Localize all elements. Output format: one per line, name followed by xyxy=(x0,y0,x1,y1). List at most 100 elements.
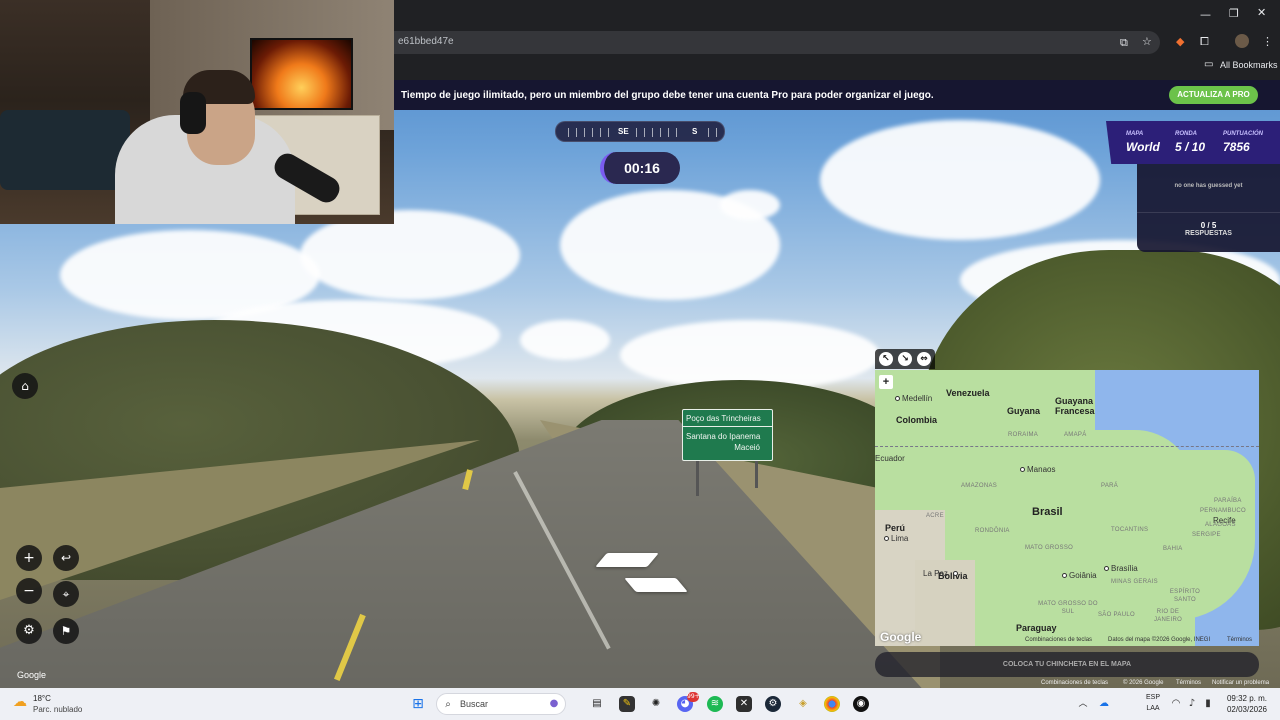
map-region: RIO DE JANEIRO xyxy=(1153,609,1183,623)
move-back-arrow[interactable] xyxy=(624,578,688,592)
spotify-icon[interactable]: ≋ xyxy=(707,696,723,712)
sv-keyboard-shortcuts-link[interactable]: Combinaciones de teclas xyxy=(1041,680,1108,686)
undo-move-icon[interactable]: ↩ xyxy=(53,545,79,571)
google-watermark: Google xyxy=(17,670,47,680)
compass-tick xyxy=(644,128,645,137)
map-label: MAPA xyxy=(1126,131,1144,137)
clock-date[interactable]: 02/03/2026 xyxy=(1222,705,1272,714)
obs-icon[interactable]: ◉ xyxy=(853,696,869,712)
map-region: ESPÍRITO SANTO xyxy=(1169,589,1201,603)
map-keyboard-shortcuts-link[interactable]: Combinaciones de teclas xyxy=(1025,637,1092,643)
profile-avatar[interactable] xyxy=(1235,34,1249,48)
map-label-venezuela: Venezuela xyxy=(946,388,990,398)
show-hidden-icons[interactable]: ︿ xyxy=(1075,696,1091,712)
webcam-overlay xyxy=(0,0,394,224)
search-highlight-icon[interactable]: ● xyxy=(546,696,562,712)
map-terms-link[interactable]: Términos xyxy=(1227,637,1252,643)
promo-banner-text: Tiempo de juego ilimitado, pero un miemb… xyxy=(401,90,934,101)
settings-gear-icon[interactable]: ⚙ xyxy=(16,618,42,644)
steam-icon[interactable]: ⚙ xyxy=(765,696,781,712)
round-value: 5 / 10 xyxy=(1175,140,1206,154)
terminal-icon[interactable]: ✕ xyxy=(736,696,752,712)
map-city-lima: Lima xyxy=(891,534,909,543)
webcam-fireplace-tv xyxy=(250,38,353,110)
zoom-out-button[interactable]: − xyxy=(16,578,42,604)
chrome-icon[interactable] xyxy=(824,696,840,712)
battery-icon[interactable]: ▮ xyxy=(1200,696,1216,712)
bookmark-star-icon[interactable]: ☆ xyxy=(1142,35,1152,48)
no-guesses-text: no one has guessed yet xyxy=(1174,183,1243,189)
close-icon[interactable]: ✕ xyxy=(1257,6,1266,19)
sticky-notes-icon[interactable]: ✎ xyxy=(619,696,635,712)
city-dot xyxy=(1104,566,1109,571)
taskbar-search-placeholder[interactable]: Buscar xyxy=(460,699,488,709)
map-expand-icon[interactable]: ↖ xyxy=(879,352,893,366)
clock-time[interactable]: 09:32 p. m. xyxy=(1222,694,1272,703)
chatgpt-icon[interactable]: ✺ xyxy=(648,696,664,712)
map-region: SERGIPE xyxy=(1192,532,1221,538)
windows-start-icon[interactable]: ⊞ xyxy=(410,696,426,712)
map-shrink-icon[interactable]: ↘ xyxy=(898,352,912,366)
land xyxy=(1055,450,1255,620)
language-indicator-2[interactable]: LAA xyxy=(1142,705,1164,712)
weather-temperature[interactable]: 18°C xyxy=(33,694,51,703)
map-region: TOCANTINS xyxy=(1111,527,1149,533)
compass-label-s: S xyxy=(692,127,698,136)
volume-icon[interactable]: ♪ xyxy=(1184,696,1200,712)
map-label-paraguay: Paraguay xyxy=(1016,623,1057,633)
round-timer: 00:16 xyxy=(600,152,680,184)
road-sign: Poço das Trincheiras Santana do Ipanema … xyxy=(682,409,773,461)
city-dot xyxy=(1062,573,1067,578)
place-pin-button[interactable]: COLOCA TU CHINCHETA EN EL MAPA xyxy=(875,652,1259,677)
compass-tick xyxy=(668,128,669,137)
map-pin-toggle-icon[interactable]: ⇔ xyxy=(917,352,931,366)
upgrade-pro-button[interactable]: ACTUALIZA A PRO xyxy=(1169,86,1258,104)
map-value: World xyxy=(1126,140,1160,154)
map-region: AMAPÁ xyxy=(1064,432,1087,438)
road-sign-line2: Santana do Ipanema xyxy=(686,432,761,441)
map-region: MATO GROSSO DO SUL xyxy=(1038,601,1098,615)
onedrive-icon[interactable]: ☁ xyxy=(1096,696,1112,712)
discord-notification-badge: 99+ xyxy=(687,692,700,702)
weather-description[interactable]: Parc. nublado xyxy=(33,705,82,714)
report-location-icon[interactable]: ⌂ xyxy=(12,373,38,399)
address-bar-text[interactable]: e61bbed47e xyxy=(398,36,454,47)
flag-icon[interactable]: ⚑ xyxy=(53,618,79,644)
cloud xyxy=(820,120,1100,240)
cast-icon[interactable]: ⧉ xyxy=(1120,36,1128,50)
score-value: 7856 xyxy=(1223,140,1250,154)
map-city-medellin: Medellín xyxy=(902,394,933,403)
compass: SE S xyxy=(555,121,725,142)
city-dot xyxy=(895,396,900,401)
all-bookmarks-link[interactable]: All Bookmarks xyxy=(1220,60,1278,70)
road-sign-line3: Maceió xyxy=(734,443,760,452)
road-sign-line1: Poço das Trincheiras xyxy=(683,410,772,427)
compass-tick xyxy=(608,128,609,137)
sv-report-problem-link[interactable]: Notificar un problema xyxy=(1212,680,1269,686)
map-label-peru: Perú xyxy=(885,523,906,533)
signpost xyxy=(755,460,758,488)
map-region: BAHIA xyxy=(1163,546,1183,552)
language-indicator-1[interactable]: ESP xyxy=(1142,694,1164,701)
minimize-icon[interactable]: — xyxy=(1200,8,1211,21)
zoom-in-button[interactable]: + xyxy=(16,545,42,571)
file-explorer-icon[interactable]: ▤ xyxy=(589,696,605,712)
league-icon[interactable]: ◈ xyxy=(795,696,811,712)
address-bar[interactable] xyxy=(390,31,1160,54)
weather-icon[interactable]: ☁ xyxy=(12,694,28,710)
webcam-couch xyxy=(0,110,130,190)
map-label-guyana: Guyana xyxy=(1007,406,1041,416)
extensions-puzzle-icon[interactable]: ⧠ xyxy=(1200,35,1209,49)
restore-icon[interactable]: ❐ xyxy=(1229,7,1239,20)
map-zoom-in-button[interactable]: + xyxy=(879,375,893,389)
map-city-la-paz: La Paz xyxy=(923,569,948,578)
guess-map[interactable]: Venezuela Guyana Guayana Francesa Colomb… xyxy=(875,370,1259,646)
map-region: MATO GROSSO xyxy=(1025,545,1074,551)
equator-line xyxy=(875,446,1259,447)
return-to-start-icon[interactable]: ⌖ xyxy=(53,581,79,607)
extension-fox-icon[interactable]: ◆ xyxy=(1176,35,1184,48)
chrome-menu-icon[interactable]: ⋮ xyxy=(1262,35,1273,48)
sv-terms-link[interactable]: Términos xyxy=(1176,680,1201,686)
webcam-headphones xyxy=(180,92,206,134)
wifi-icon[interactable]: ◠ xyxy=(1168,696,1184,712)
